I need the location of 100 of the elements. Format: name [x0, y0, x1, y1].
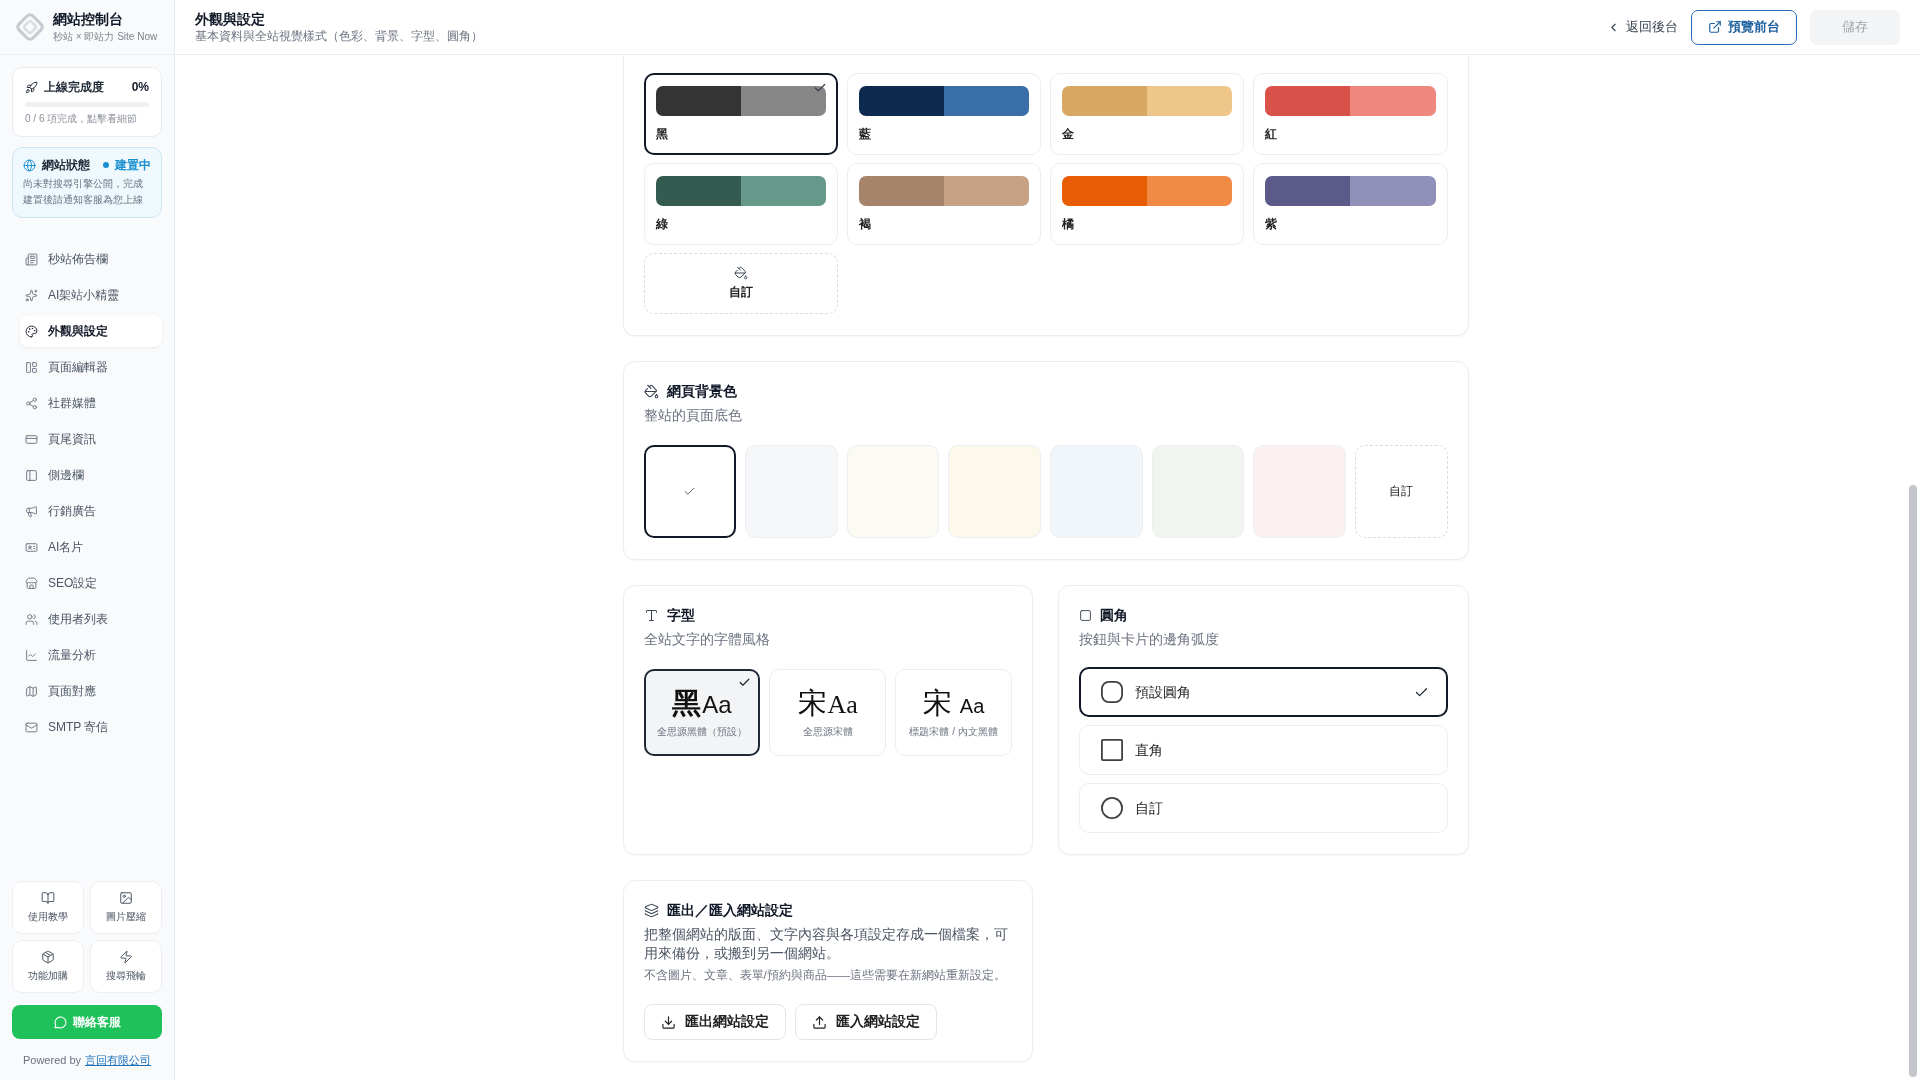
launch-progress-card[interactable]: 上線完成度 0% 0 / 6 項完成，點擊看細節	[12, 67, 162, 137]
scrollbar-thumb[interactable]	[1909, 485, 1917, 1077]
status-label: 建置中	[115, 156, 151, 174]
status-message: 尚未對搜尋引擎公開，完成建置後請通知客服為您上線	[23, 177, 144, 207]
nav-item[interactable]: 流量分析	[20, 639, 162, 671]
logo-icon	[15, 12, 45, 42]
status-dot-icon	[103, 162, 109, 168]
nav-item[interactable]: 側邊欄	[20, 459, 162, 491]
card-title: 網頁背景色	[666, 382, 737, 400]
export-description: 把整個網站的版面、文字內容與各項設定存成一個檔案，可用來備份，或搬到另一個網站。	[643, 925, 1009, 963]
check-icon	[683, 485, 697, 498]
nav-item[interactable]: 行銷廣告	[20, 495, 162, 527]
nav-item[interactable]: 頁尾資訊	[20, 423, 162, 455]
tool-button[interactable]: 圖片壓縮	[90, 881, 162, 934]
package-icon	[41, 950, 55, 964]
corner-option[interactable]: 自訂	[1079, 783, 1448, 833]
powered-by-text: Powered by	[22, 1054, 82, 1066]
tool-button[interactable]: 使用教學	[12, 881, 84, 934]
font-option[interactable]: 宋Aa 全思源宋體	[769, 669, 887, 756]
theme-color-option[interactable]: 黑	[643, 73, 838, 155]
share-icon	[25, 396, 38, 410]
globe-icon	[23, 158, 36, 172]
preview-button[interactable]: 預覽前台	[1691, 9, 1797, 45]
nav-item[interactable]: 使用者列表	[20, 603, 162, 635]
font-option[interactable]: 宋 Aa 標題宋體 / 內文黑體	[895, 669, 1012, 756]
progress-detail: 0 / 6 項完成，點擊看細節	[25, 112, 139, 126]
palette-icon	[25, 324, 38, 338]
custom-background-button[interactable]: 自訂	[1354, 445, 1448, 538]
back-link[interactable]: 返回後台	[1607, 18, 1678, 36]
mail-icon	[25, 720, 38, 734]
theme-color-option[interactable]: 紫	[1253, 163, 1448, 245]
layout-icon	[25, 360, 38, 374]
card-subtitle: 按鈕與卡片的邊角弧度	[1079, 630, 1220, 648]
theme-color-option[interactable]: 褐	[846, 163, 1041, 245]
font-name: 全思源黑體（預設）	[656, 724, 747, 739]
nav-item[interactable]: AI名片	[20, 531, 162, 563]
square-icon	[1101, 739, 1123, 761]
lightning-icon	[119, 950, 133, 964]
users-icon	[25, 612, 38, 626]
card-title: 匯出／匯入網站設定	[666, 901, 793, 919]
image-icon	[119, 891, 133, 905]
custom-theme-button[interactable]: 自訂	[643, 253, 838, 314]
external-link-icon	[1708, 20, 1722, 34]
store-icon	[25, 576, 38, 590]
nav-item[interactable]: 外觀與設定	[20, 315, 162, 347]
font-name: 全思源宋體	[802, 724, 853, 739]
status-title: 網站狀態	[42, 156, 90, 174]
card-icon	[25, 432, 38, 446]
nav-item[interactable]: 頁面編輯器	[20, 351, 162, 383]
paint-bucket-icon	[733, 266, 748, 280]
circle-icon	[1101, 797, 1123, 819]
nav-item[interactable]: 社群媒體	[20, 387, 162, 419]
theme-color-option[interactable]: 綠	[643, 163, 838, 245]
font-name: 標題宋體 / 內文黑體	[909, 724, 998, 739]
card-subtitle: 全站文字的字體風格	[643, 630, 771, 648]
card-title: 字型	[666, 606, 695, 624]
theme-color-option[interactable]: 藍	[846, 73, 1041, 155]
rocket-icon	[25, 80, 38, 94]
font-option[interactable]: 黑Aa 全思源黑體（預設）	[643, 669, 761, 756]
newspaper-icon	[25, 252, 38, 266]
corner-option[interactable]: 預設圓角	[1079, 667, 1448, 717]
font-sample: 黑Aa	[672, 686, 732, 719]
tool-button[interactable]: 搜尋飛輪	[90, 940, 162, 993]
export-note: 不含圖片、文章、表單/預約與商品——這些需要在新網站重新設定。	[643, 967, 1008, 983]
theme-color-option[interactable]: 金	[1050, 73, 1245, 155]
brand-title: 網站控制台	[53, 11, 124, 28]
download-icon	[660, 1014, 676, 1030]
nav-item[interactable]: AI架站小精靈	[20, 279, 162, 311]
theme-color-option[interactable]: 橘	[1050, 163, 1245, 245]
book-icon	[41, 891, 55, 905]
check-icon	[812, 81, 827, 95]
export-settings-button[interactable]: 匯出網站設定	[643, 1004, 786, 1040]
nav-item[interactable]: 秒站佈告欄	[20, 243, 162, 275]
background-swatch[interactable]	[643, 445, 737, 538]
check-icon	[738, 676, 752, 689]
nav-item[interactable]: 頁面對應	[20, 675, 162, 707]
corner-option[interactable]: 直角	[1079, 725, 1448, 775]
progress-percent: 0%	[131, 80, 149, 94]
id-card-icon	[25, 540, 38, 554]
page-subtitle: 基本資料與全站視覺樣式（色彩、背景、字型、圓角）	[195, 29, 483, 44]
nav-item[interactable]: SEO設定	[20, 567, 162, 599]
sparkles-icon	[25, 288, 38, 302]
brand-subtitle: 秒站 × 即站力 Site Now	[53, 30, 158, 43]
upload-icon	[811, 1014, 827, 1030]
map-icon	[25, 684, 38, 698]
tool-button[interactable]: 功能加購	[12, 940, 84, 993]
nav-item[interactable]: SMTP 寄信	[20, 711, 162, 743]
font-sample: 宋 Aa	[922, 686, 985, 719]
square-icon	[1079, 608, 1092, 622]
megaphone-icon	[25, 504, 38, 518]
rounded-square-icon	[1101, 681, 1123, 703]
chat-bubble-icon	[53, 1015, 67, 1029]
sidebar-panel-icon	[25, 468, 38, 482]
card-title: 圓角	[1100, 606, 1128, 624]
company-link[interactable]: 言回有限公司	[85, 1054, 152, 1066]
import-settings-button[interactable]: 匯入網站設定	[794, 1004, 937, 1040]
layers-icon	[643, 902, 659, 918]
paint-bucket-icon	[643, 383, 659, 399]
text-icon	[643, 607, 659, 623]
theme-color-option[interactable]: 紅	[1253, 73, 1448, 155]
